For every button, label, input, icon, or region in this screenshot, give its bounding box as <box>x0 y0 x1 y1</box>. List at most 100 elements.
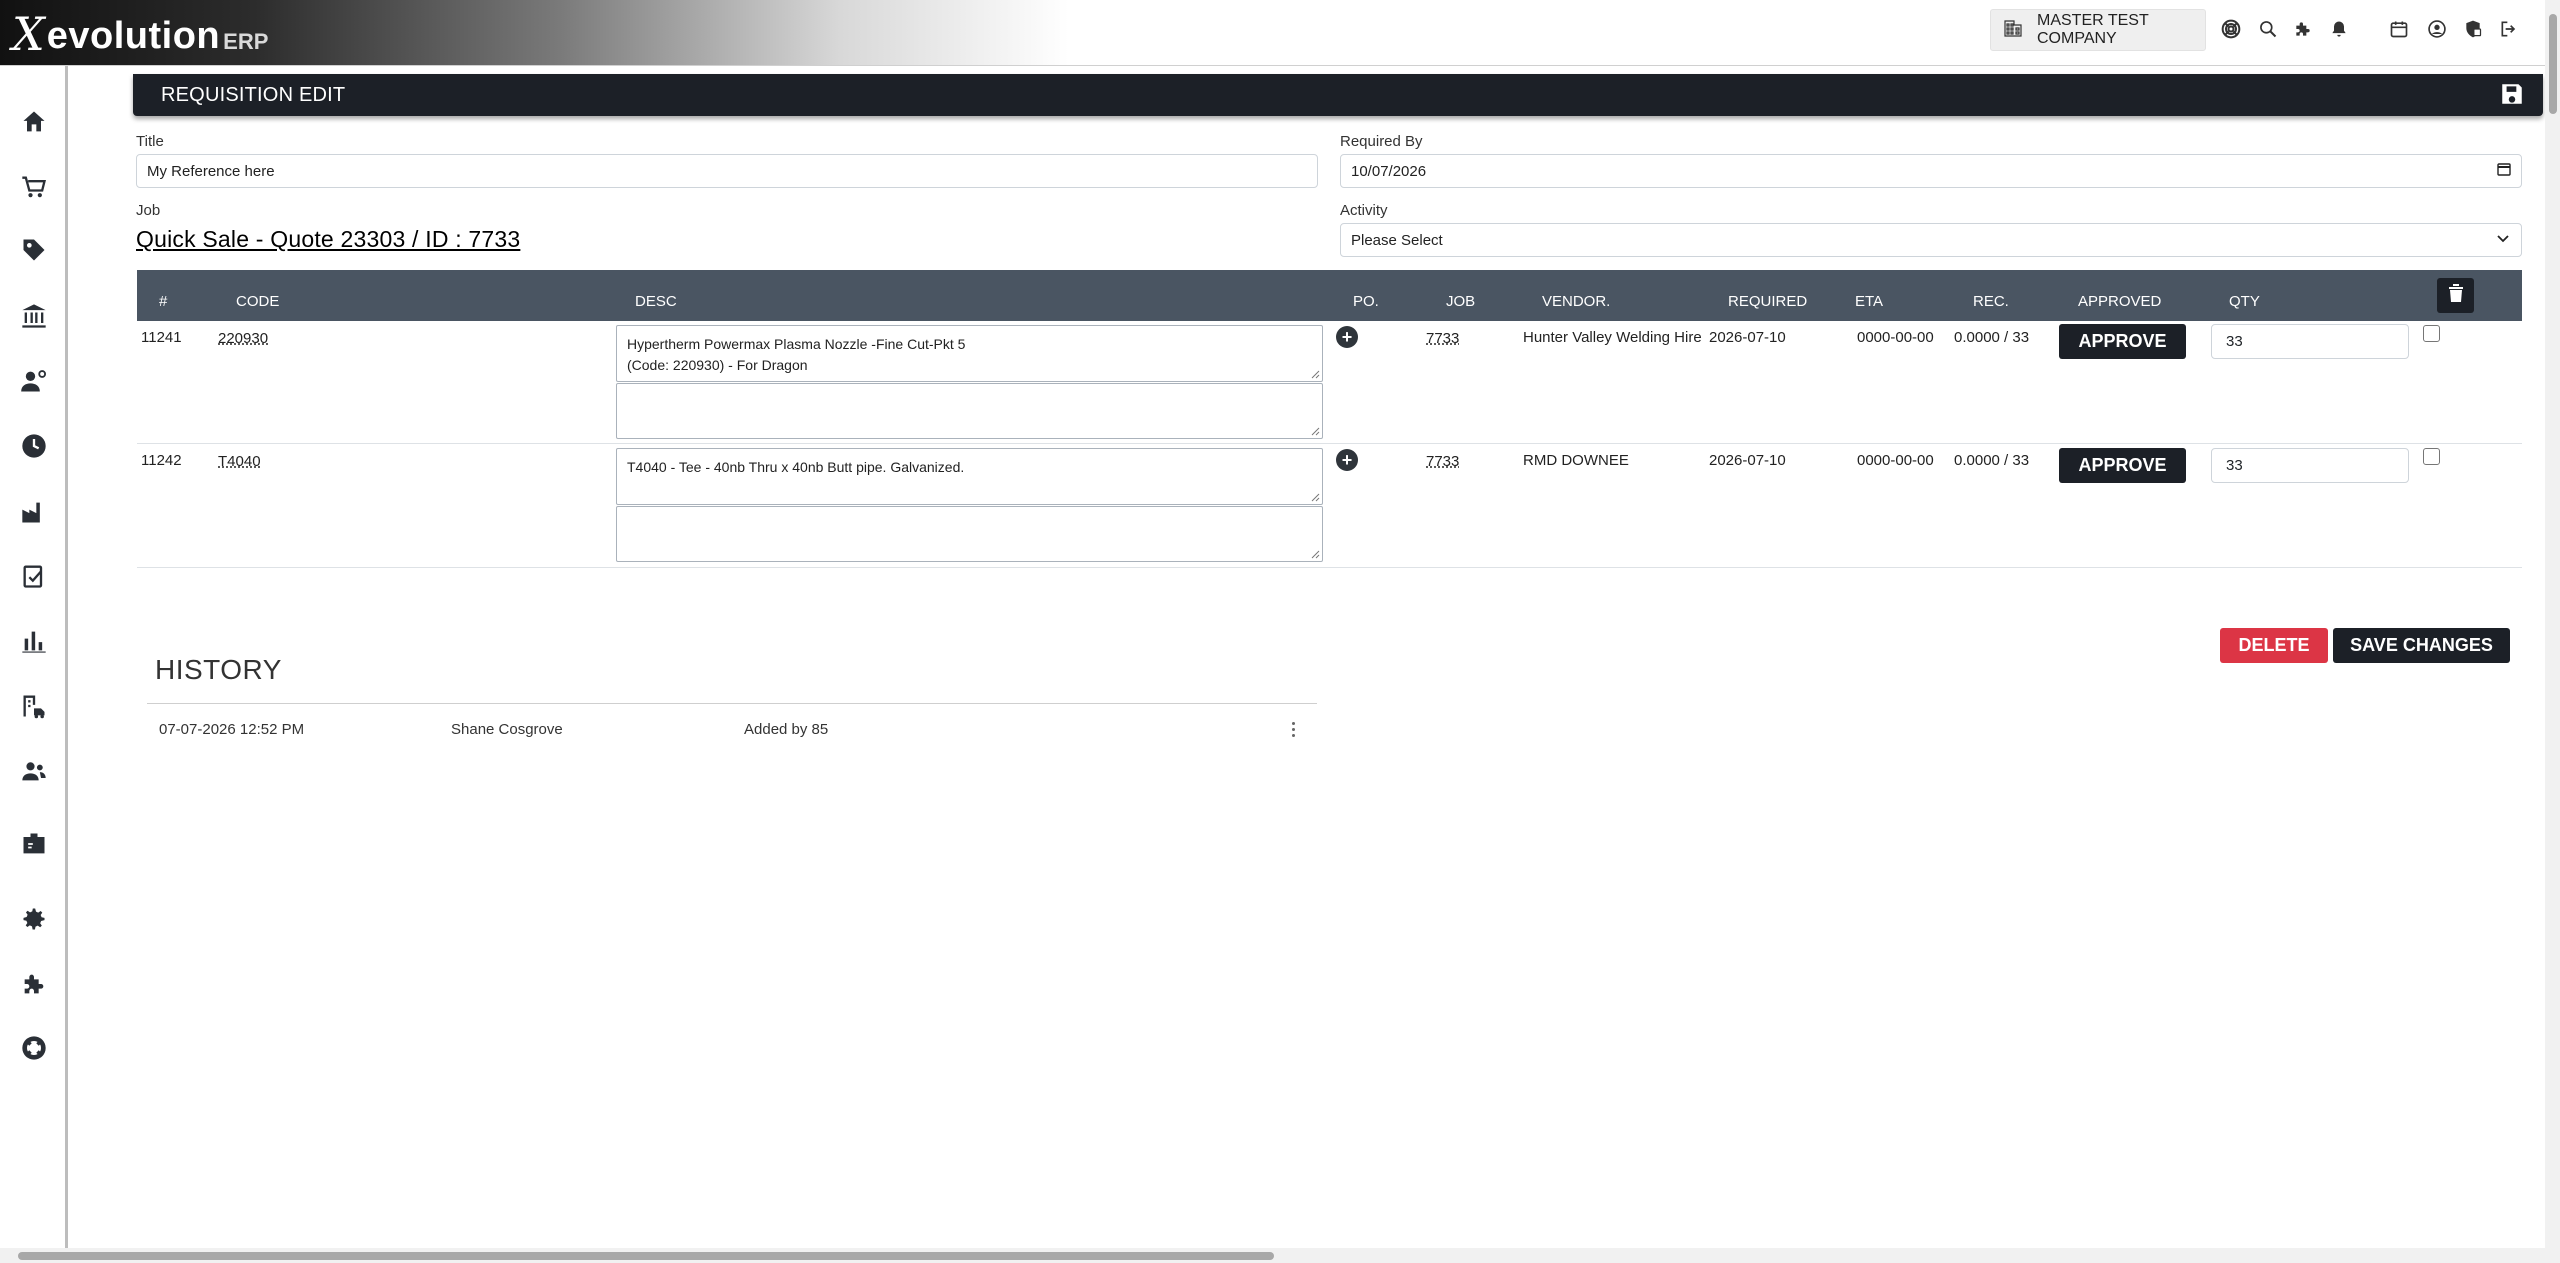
bank-icon[interactable] <box>14 296 54 336</box>
evolution-erp-logo[interactable]: X evolution ERP <box>12 7 269 61</box>
scrollbar-thumb[interactable] <box>2549 14 2557 114</box>
delete-selected-button[interactable] <box>2437 278 2474 313</box>
vertical-scrollbar[interactable] <box>2545 0 2560 1263</box>
clipboard-check-icon[interactable] <box>14 556 54 596</box>
job-link[interactable]: Quick Sale - Quote 23303 / ID : 7733 <box>136 226 520 253</box>
page-header: REQUISITION EDIT <box>133 74 2543 116</box>
required-by-value: 10/07/2026 <box>1351 162 1427 180</box>
calendar-icon[interactable] <box>2387 17 2411 41</box>
col-required: REQUIRED <box>1728 293 1808 310</box>
calendar-icon[interactable] <box>2497 162 2511 180</box>
gear-icon[interactable] <box>14 899 54 939</box>
save-changes-button[interactable]: SAVE CHANGES <box>2333 628 2510 663</box>
lifebuoy-icon[interactable] <box>14 1028 54 1068</box>
required-by-label: Required By <box>1340 133 1423 150</box>
resize-grip-icon[interactable] <box>1311 370 1320 379</box>
building-truck-icon[interactable] <box>14 686 54 726</box>
user-gear-icon[interactable] <box>14 361 54 401</box>
cart-icon[interactable] <box>14 167 54 207</box>
row-select-checkbox[interactable] <box>2423 325 2440 342</box>
desc-line: T4040 - Tee - 40nb Thru x 40nb Butt pipe… <box>627 459 965 475</box>
building-icon <box>2003 18 2023 43</box>
col-code: CODE <box>236 293 280 310</box>
desc-line: Hypertherm Powermax Plasma Nozzle -Fine … <box>627 336 966 352</box>
qty-value: 33 <box>2226 457 2243 474</box>
bell-icon[interactable] <box>2327 17 2351 41</box>
title-input[interactable]: My Reference here <box>136 154 1318 188</box>
col-desc: DESC <box>635 293 677 310</box>
add-po-button[interactable]: + <box>1336 326 1358 348</box>
clock-icon[interactable] <box>14 426 54 466</box>
delete-button[interactable]: DELETE <box>2220 628 2328 663</box>
user-circle-icon[interactable] <box>2425 17 2449 41</box>
history-title: HISTORY <box>155 654 282 685</box>
col-vendor: VENDOR. <box>1542 293 1611 310</box>
page-title: REQUISITION EDIT <box>161 84 346 106</box>
puzzle-icon[interactable] <box>2291 17 2315 41</box>
title-label: Title <box>136 133 164 150</box>
row-vendor: RMD DOWNEE <box>1523 452 1629 469</box>
factory-icon[interactable] <box>14 492 54 532</box>
logo-mark: X <box>12 7 45 61</box>
row-id: 11241 <box>141 329 182 346</box>
users-icon[interactable] <box>14 751 54 791</box>
logout-icon[interactable] <box>2497 17 2521 41</box>
top-bar: X evolution ERP MASTER TEST COMPANY <box>0 0 2545 66</box>
table-header: # CODE DESC PO. JOB VENDOR. REQUIRED ETA… <box>137 270 2522 321</box>
row-job-link[interactable]: 7733 <box>1426 330 1459 347</box>
job-label: Job <box>136 202 161 219</box>
row-id: 11242 <box>141 452 182 469</box>
trash-icon <box>2448 284 2464 307</box>
row-job-link[interactable]: 7733 <box>1426 453 1459 470</box>
desc-textarea[interactable]: T4040 - Tee - 40nb Thru x 40nb Butt pipe… <box>616 448 1323 505</box>
approve-button[interactable]: APPROVE <box>2059 448 2186 483</box>
row-vendor: Hunter Valley Welding Hire <box>1523 329 1702 346</box>
save-icon[interactable] <box>2499 81 2527 109</box>
row-required: 2026-07-10 <box>1709 329 1786 346</box>
logo-suffix: ERP <box>223 29 269 54</box>
home-icon[interactable] <box>14 102 54 142</box>
more-vertical-icon[interactable] <box>1286 718 1300 740</box>
col-rec: REC. <box>1973 293 2009 310</box>
tag-icon[interactable] <box>14 230 54 270</box>
id-card-icon[interactable] <box>14 824 54 864</box>
search-icon[interactable] <box>2256 17 2280 41</box>
scrollbar-thumb[interactable] <box>18 1252 1274 1260</box>
col-num: # <box>159 293 168 310</box>
approve-button[interactable]: APPROVE <box>2059 324 2186 359</box>
desc-textarea[interactable]: Hypertherm Powermax Plasma Nozzle -Fine … <box>616 325 1323 382</box>
row-code-link[interactable]: T4040 <box>218 453 261 470</box>
history-datetime: 07-07-2026 12:52 PM <box>159 721 305 738</box>
row-rec: 0.0000 / 33 <box>1954 329 2030 346</box>
resize-grip-icon[interactable] <box>1311 493 1320 502</box>
row-eta: 0000-00-00 <box>1857 329 1934 346</box>
row-code-link[interactable]: 220930 <box>218 330 268 347</box>
add-po-button[interactable]: + <box>1336 449 1358 471</box>
table-row: 11242 T4040 T4040 - Tee - 40nb Thru x 40… <box>137 444 2522 568</box>
horizontal-scrollbar[interactable] <box>0 1248 2545 1263</box>
notes-textarea[interactable] <box>616 383 1323 439</box>
row-select-checkbox[interactable] <box>2423 448 2440 465</box>
resize-grip-icon[interactable] <box>1311 550 1320 559</box>
puzzle-icon[interactable] <box>14 964 54 1004</box>
notes-textarea[interactable] <box>616 506 1323 562</box>
title-input-value: My Reference here <box>147 162 275 180</box>
col-qty: QTY <box>2229 293 2260 310</box>
required-by-date-input[interactable]: 10/07/2026 <box>1340 154 2522 188</box>
bar-chart-icon[interactable] <box>14 621 54 661</box>
activity-label: Activity <box>1340 202 1388 219</box>
row-eta: 0000-00-00 <box>1857 452 1934 469</box>
activity-selected-value: Please Select <box>1351 231 1443 249</box>
qty-input[interactable]: 33 <box>2211 448 2409 483</box>
company-selector[interactable]: MASTER TEST COMPANY <box>1990 9 2206 51</box>
row-required: 2026-07-10 <box>1709 452 1786 469</box>
resize-grip-icon[interactable] <box>1311 427 1320 436</box>
qty-input[interactable]: 33 <box>2211 324 2409 359</box>
shield-lock-icon[interactable] <box>2461 17 2485 41</box>
divider <box>147 703 1317 704</box>
sidebar-nav <box>0 66 68 1253</box>
row-rec: 0.0000 / 33 <box>1954 452 2030 469</box>
lifebuoy-icon[interactable] <box>2219 17 2243 41</box>
logo-word: evolution <box>46 15 221 57</box>
activity-select[interactable]: Please Select <box>1340 223 2522 257</box>
